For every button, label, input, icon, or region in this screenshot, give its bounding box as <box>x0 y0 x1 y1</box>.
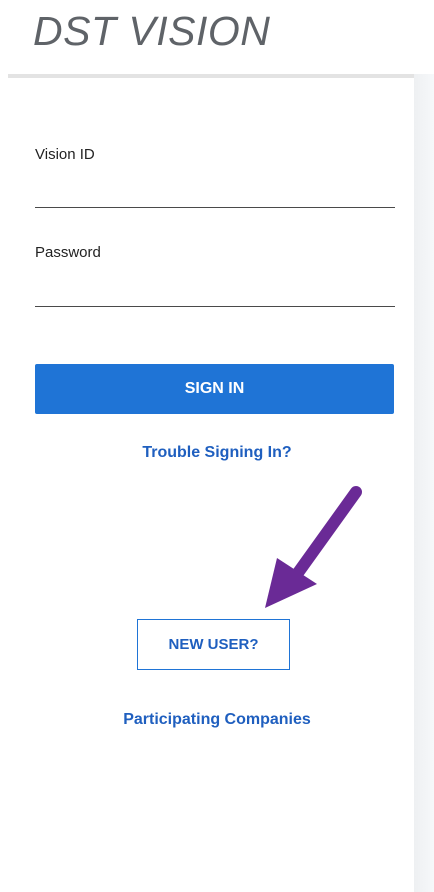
password-label: Password <box>35 244 101 261</box>
password-underline <box>35 306 395 307</box>
purple-arrow-icon <box>265 486 362 608</box>
vision-id-underline <box>35 207 395 208</box>
vision-id-label: Vision ID <box>35 146 95 163</box>
brand-title: DST VISION <box>33 8 271 54</box>
participating-companies-link[interactable]: Participating Companies <box>0 711 434 729</box>
sign-in-button[interactable]: SIGN IN <box>35 364 394 414</box>
right-gutter <box>414 74 434 892</box>
vision-id-input[interactable] <box>35 178 395 206</box>
password-input[interactable] <box>35 276 395 304</box>
trouble-signing-in-link[interactable]: Trouble Signing In? <box>0 444 434 462</box>
new-user-button[interactable]: NEW USER? <box>137 619 290 670</box>
